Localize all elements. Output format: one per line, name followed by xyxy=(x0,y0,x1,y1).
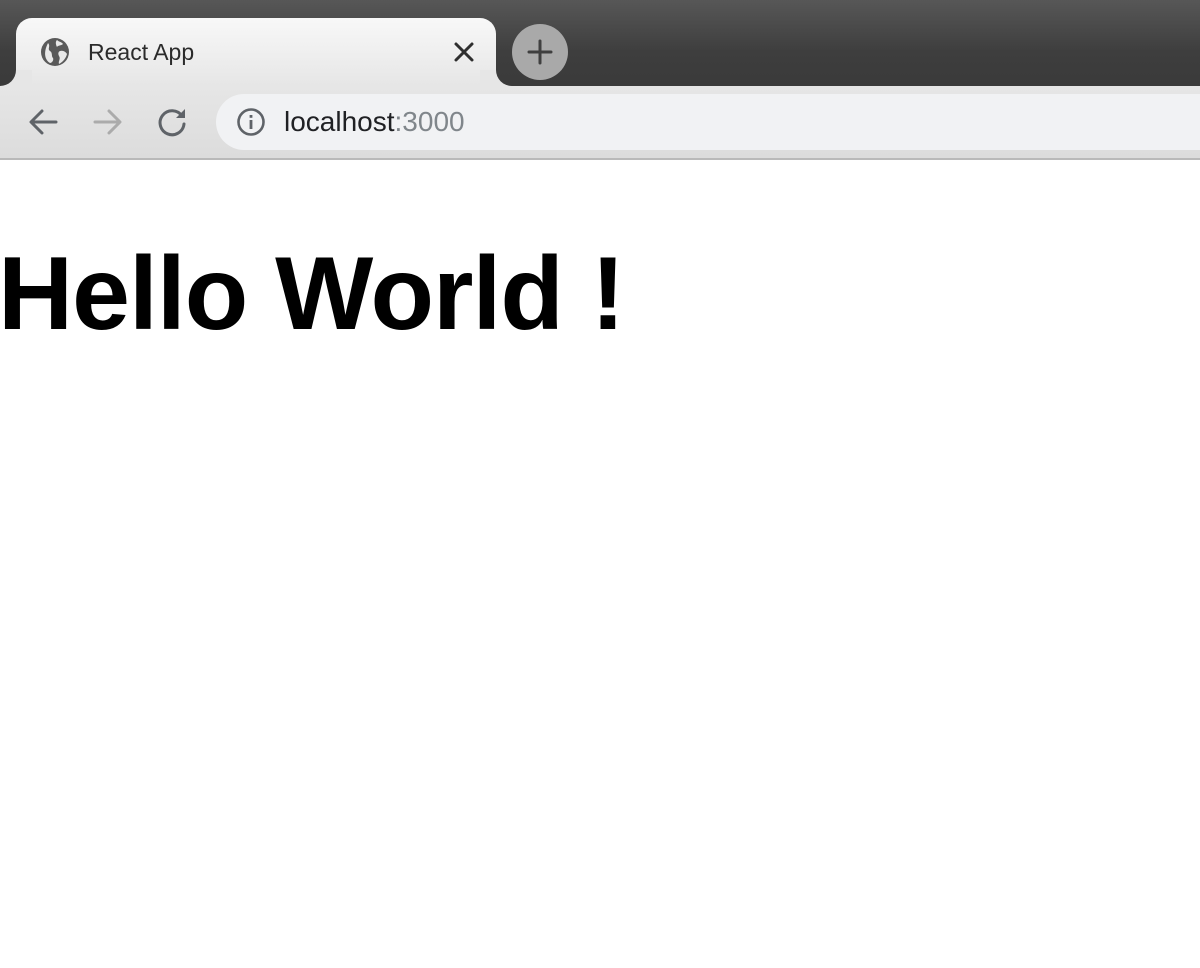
page-heading: Hello World ! xyxy=(0,236,625,352)
new-tab-button[interactable] xyxy=(512,24,568,80)
page-content: Hello World ! xyxy=(0,160,1200,968)
back-button[interactable] xyxy=(26,104,62,140)
forward-button[interactable] xyxy=(90,104,126,140)
url-port: :3000 xyxy=(394,106,465,137)
tab-title: React App xyxy=(88,39,195,65)
globe-icon xyxy=(40,37,70,67)
plus-icon xyxy=(527,39,553,65)
reload-icon xyxy=(158,109,186,137)
url-host: localhost xyxy=(284,106,395,137)
arrow-right-icon xyxy=(93,109,122,135)
arrow-left-icon xyxy=(29,109,58,135)
reload-button[interactable] xyxy=(154,104,190,140)
info-icon[interactable] xyxy=(236,107,266,137)
browser-toolbar: localhost:3000 xyxy=(0,86,1200,160)
browser-window: React App localhost:3000 Hello World ! xyxy=(0,0,1200,968)
address-bar[interactable]: localhost:3000 xyxy=(216,94,1200,150)
tab-strip: React App xyxy=(0,0,1200,86)
url-text[interactable]: localhost:3000 xyxy=(284,106,465,138)
close-icon[interactable] xyxy=(450,38,478,66)
tab-react-app[interactable]: React App xyxy=(16,18,496,86)
